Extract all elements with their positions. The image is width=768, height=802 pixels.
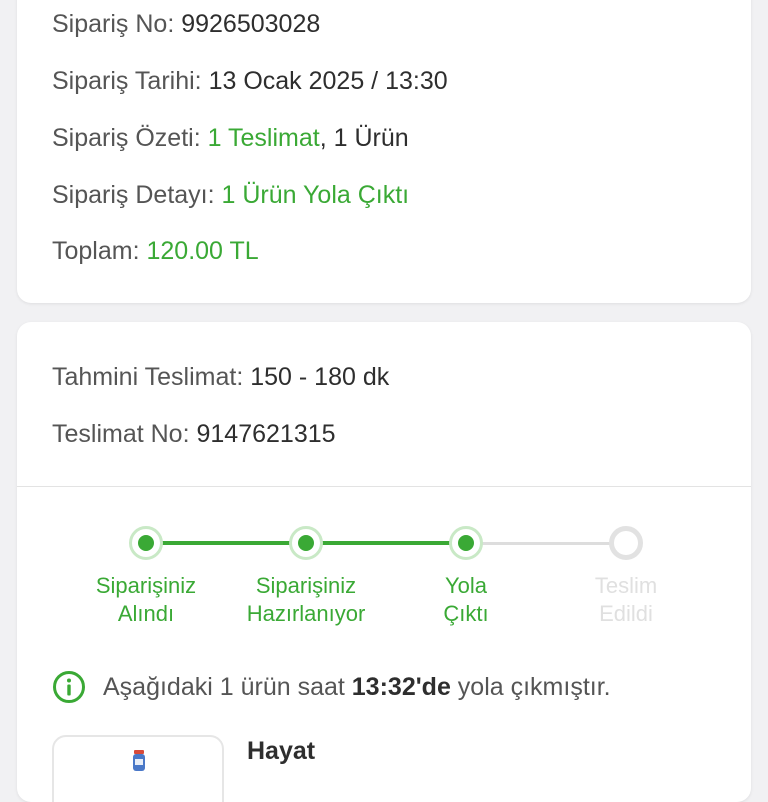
order-total-row: Toplam: 120.00 TL [52, 236, 259, 266]
step-label-shipped: Yola Çıktı [443, 573, 489, 626]
shipment-info-text: Aşağıdaki 1 ürün saat 13:32'de yola çıkm… [103, 672, 611, 702]
step-dot-received [129, 526, 163, 560]
order-summary-row: Sipariş Özeti: 1 Teslimat, 1 Ürün [52, 123, 409, 153]
order-number-label: Sipariş No: [52, 10, 175, 38]
delivery-number-label: Teslimat No: [52, 420, 190, 448]
order-items-count: , 1 Ürün [319, 124, 409, 152]
step-dot-shipped [449, 526, 483, 560]
step-dot-preparing [289, 526, 323, 560]
order-summary-label: Sipariş Özeti: [52, 124, 201, 152]
order-number-row: Sipariş No: 9926503028 [52, 9, 320, 39]
progress-segment-2 [306, 541, 466, 545]
product-name[interactable]: Hayat [247, 737, 315, 766]
order-date-value: 13 Ocak 2025 / 13:30 [208, 67, 448, 95]
delivery-number-value: 9147621315 [196, 420, 336, 448]
progress-segment-1 [146, 541, 306, 545]
order-date-label: Sipariş Tarihi: [52, 67, 202, 95]
order-summary-card: Sipariş No: 9926503028 Sipariş Tarihi: 1… [17, 0, 751, 303]
estimated-delivery-row: Tahmini Teslimat: 150 - 180 dk [52, 362, 389, 392]
delivery-number-row: Teslimat No: 9147621315 [52, 419, 336, 449]
estimated-delivery-value: 150 - 180 dk [250, 363, 390, 391]
order-detail-row: Sipariş Detayı: 1 Ürün Yola Çıktı [52, 180, 409, 210]
step-dot-delivered [609, 526, 643, 560]
estimated-delivery-label: Tahmini Teslimat: [52, 363, 244, 391]
product-image-icon [133, 750, 145, 771]
step-label-delivered: Teslim Edildi [594, 573, 658, 626]
step-label-preparing: Siparişiniz Hazırlanıyor [246, 573, 366, 626]
card-divider [17, 486, 751, 487]
delivery-card: Tahmini Teslimat: 150 - 180 dk Teslimat … [17, 322, 751, 802]
order-number-value: 9926503028 [181, 10, 321, 38]
order-detail-label: Sipariş Detayı: [52, 181, 215, 209]
shipment-info-prefix: Aşağıdaki 1 ürün saat [103, 673, 345, 701]
product-thumbnail[interactable] [52, 735, 224, 802]
step-label-received: Siparişiniz Alındı [95, 573, 197, 626]
progress-segment-3 [466, 542, 626, 545]
order-detail-value: 1 Ürün Yola Çıktı [221, 181, 410, 209]
shipment-info-time: 13:32'de [351, 673, 451, 701]
order-date-row: Sipariş Tarihi: 13 Ocak 2025 / 13:30 [52, 66, 448, 96]
shipment-info-suffix: yola çıkmıştır. [457, 673, 611, 701]
order-total-value: 120.00 TL [146, 237, 259, 265]
info-circle-icon [53, 671, 85, 703]
order-deliveries-link[interactable]: 1 Teslimat [208, 124, 320, 152]
order-total-label: Toplam: [52, 237, 140, 265]
